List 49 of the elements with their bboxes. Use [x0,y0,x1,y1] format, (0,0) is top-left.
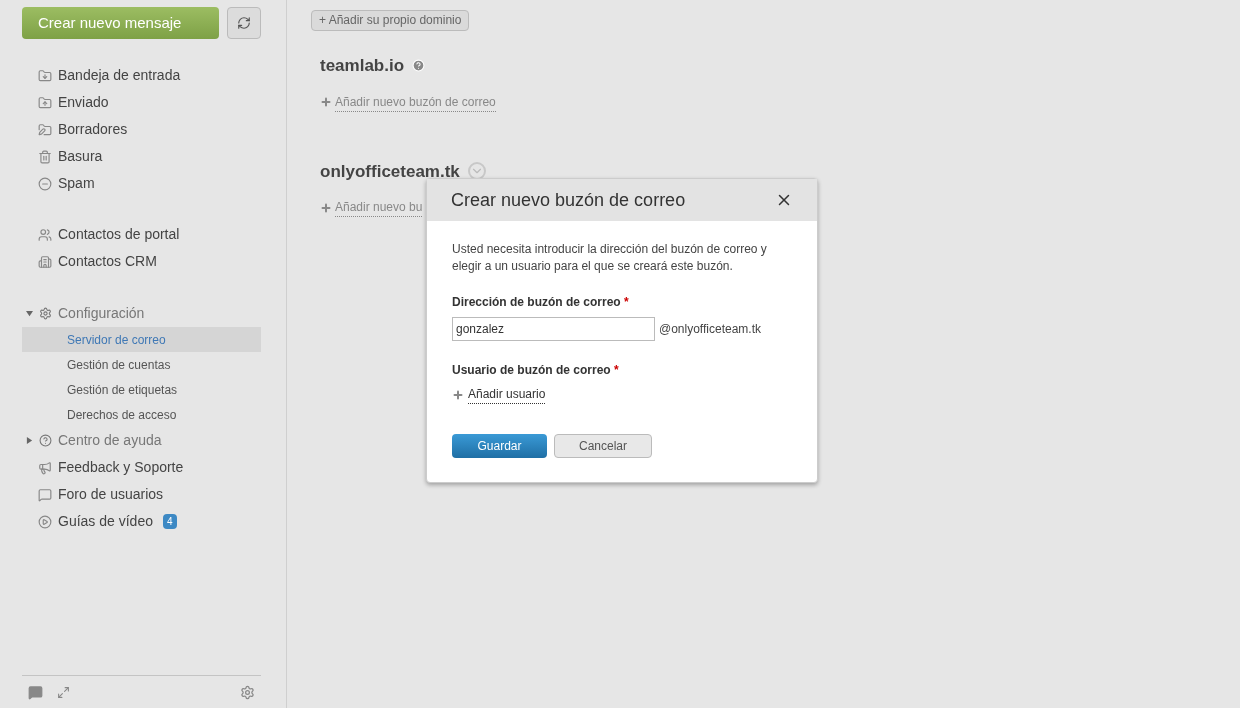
nav-item[interactable]: Borradores [22,116,261,143]
dialog-title: Crear nuevo buzón de correo [451,188,686,212]
nav-subitem[interactable]: Gestión de etiquetas [22,377,261,402]
drafts-icon [38,122,52,137]
dialog-description: Usted necesita introducir la dirección del buzón de correo y elegir a un usuario para el que se creará este buzón. [452,241,768,275]
nav-item[interactable]: Feedback y Soporte [22,454,261,481]
plus-icon [452,388,464,401]
count-badge: 4 [162,514,177,529]
megaphone-icon [38,460,52,475]
play-icon [38,514,52,529]
plus-icon [320,201,332,214]
inbox-icon [38,68,52,83]
nav-subitem[interactable]: Derechos de acceso [22,402,261,427]
refresh-button[interactable] [227,7,261,39]
field-label: Usuario de buzón de correo * [452,363,619,377]
chat-icon [38,487,52,502]
nav-item[interactable]: Enviado [22,89,261,116]
domain-name: onlyofficeteam.tk [320,160,460,183]
add-user-link[interactable]: Añadir usuario [468,385,546,404]
building-icon [38,254,52,269]
nav-item[interactable]: Basura [22,143,261,170]
address-field[interactable]: gonzalez [452,317,655,341]
nav-item[interactable]: Bandeja de entrada [22,62,261,89]
nav-item[interactable]: Foro de usuarios [22,481,261,508]
save-button[interactable]: Guardar [452,434,547,458]
people-icon [38,227,52,242]
domain-suffix: @onlyofficeteam.tk [659,321,761,338]
nav-section[interactable]: Configuración [22,300,261,327]
settings-icon [39,307,52,320]
nav-section[interactable]: Centro de ayuda [22,427,261,454]
field-label: Dirección de buzón de correo * [452,295,629,309]
nav-item[interactable]: Guías de vídeo 4 [22,508,261,535]
settings-icon[interactable] [240,684,255,700]
trash-icon [38,149,52,164]
help-icon [39,434,52,447]
nav-item[interactable]: Contactos CRM [22,248,261,275]
help-icon[interactable] [412,59,426,73]
sent-icon [38,95,52,110]
expand-icon[interactable] [57,685,70,699]
plus-icon [320,96,332,108]
refresh-icon [237,16,252,30]
spam-icon [38,176,52,191]
nav-item[interactable]: Spam [22,170,261,197]
add-domain-button[interactable]: + Añadir su propio dominio [311,9,470,31]
cancel-button[interactable]: Cancelar [554,434,652,458]
domain-name: teamlab.io [320,55,405,77]
chat-icon[interactable] [28,684,43,700]
nav-subitem[interactable]: Gestión de cuentas [22,352,261,377]
nav-item[interactable]: Contactos de portal [22,221,261,248]
